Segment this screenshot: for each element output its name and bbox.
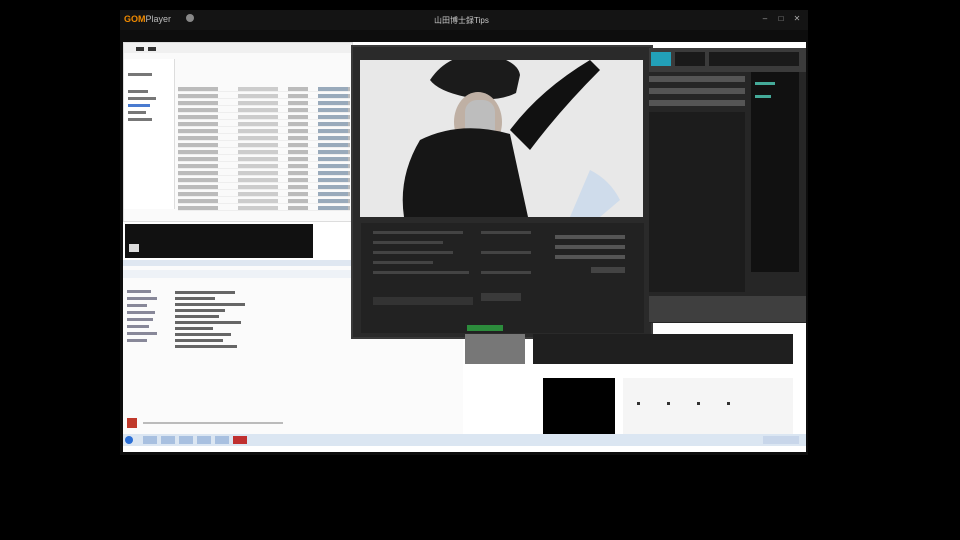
setting-row[interactable] [373, 271, 469, 274]
control-dot[interactable] [637, 402, 640, 405]
player-logo[interactable]: GOMPlayer [124, 14, 171, 24]
list-item[interactable] [178, 115, 350, 120]
maximize-button[interactable]: □ [776, 14, 786, 24]
folder-tree [127, 286, 167, 396]
minimize-button[interactable]: – [760, 14, 770, 24]
control-dot[interactable] [667, 402, 670, 405]
webcam-image [360, 60, 643, 217]
control-dot[interactable] [697, 402, 700, 405]
taskbar-app[interactable] [143, 436, 157, 444]
list-item[interactable] [178, 171, 350, 176]
start-button[interactable] [125, 436, 133, 444]
panel-thumbnails [465, 334, 525, 364]
status-text [143, 422, 283, 424]
meter-display [709, 52, 799, 66]
setting-row[interactable] [373, 251, 453, 254]
system-tray [763, 436, 799, 444]
level-slider[interactable] [555, 245, 625, 249]
close-button[interactable]: ✕ [792, 14, 802, 24]
track-header[interactable] [649, 100, 745, 106]
track-area [649, 112, 745, 292]
video-title: 山田博士録Tips [434, 16, 489, 25]
list-item[interactable] [178, 136, 350, 141]
video-frame [123, 42, 806, 452]
list-item[interactable] [178, 87, 350, 92]
webcam-preview [360, 60, 643, 217]
setting-row[interactable] [481, 271, 531, 274]
file-list [175, 288, 325, 378]
taskbar-app[interactable] [233, 436, 247, 444]
output-row [373, 297, 473, 305]
list-item[interactable] [178, 129, 350, 134]
list-item[interactable] [178, 94, 350, 99]
taskbar-app[interactable] [197, 436, 211, 444]
browse-button[interactable] [481, 293, 521, 301]
list-item[interactable] [178, 157, 350, 162]
taskbar-app[interactable] [161, 436, 175, 444]
level-slider[interactable] [555, 255, 625, 259]
capture-dialog [351, 45, 653, 339]
list-item[interactable] [178, 199, 350, 204]
list-item[interactable] [178, 192, 350, 197]
music-player-window [123, 42, 353, 222]
list-item[interactable] [178, 178, 350, 183]
library-sidebar [124, 59, 175, 209]
list-item[interactable] [178, 164, 350, 169]
track-list [178, 87, 350, 211]
capture-settings-panel [361, 223, 644, 333]
setting-row[interactable] [481, 251, 531, 254]
taskbar-app[interactable] [179, 436, 193, 444]
settings-icon[interactable] [186, 14, 194, 22]
player-controls [623, 378, 793, 434]
play-icon[interactable] [136, 47, 144, 51]
audio-mixer-window [649, 48, 806, 323]
player-title-bar: GOMPlayer 山田博士録Tips – □ ✕ [120, 10, 808, 30]
timeline-strip [533, 334, 793, 364]
track-header[interactable] [649, 88, 745, 94]
list-item[interactable] [178, 101, 350, 106]
setting-row[interactable] [373, 261, 433, 264]
brand-label: GOM [124, 14, 146, 24]
media-player-window: GOMPlayer 山田博士録Tips – □ ✕ [120, 10, 808, 455]
track-header[interactable] [649, 76, 745, 82]
mini-preview [125, 224, 313, 258]
brand-suffix-label: Player [145, 14, 172, 24]
next-icon[interactable] [148, 47, 156, 51]
start-capture-button[interactable] [467, 325, 503, 331]
list-item[interactable] [178, 150, 350, 155]
mixer-toolbar [649, 48, 806, 72]
taskbar-app[interactable] [215, 436, 229, 444]
level-slider[interactable] [555, 235, 625, 239]
mixer-footer [649, 296, 806, 322]
setting-row[interactable] [373, 241, 443, 244]
list-item[interactable] [178, 108, 350, 113]
app-icon[interactable] [127, 418, 137, 428]
list-item[interactable] [178, 206, 350, 211]
thumbnail [129, 244, 139, 252]
list-item[interactable] [178, 122, 350, 127]
dropdown[interactable] [591, 267, 625, 273]
browser-panel [751, 72, 799, 272]
setting-row[interactable] [481, 231, 531, 234]
toolbar [124, 43, 352, 53]
list-item[interactable] [178, 143, 350, 148]
control-dot[interactable] [727, 402, 730, 405]
list-item[interactable] [178, 185, 350, 190]
taskbar [123, 434, 806, 446]
time-display [675, 52, 705, 66]
black-video-window [543, 378, 615, 434]
transport-display [651, 52, 671, 66]
setting-row[interactable] [373, 231, 463, 234]
